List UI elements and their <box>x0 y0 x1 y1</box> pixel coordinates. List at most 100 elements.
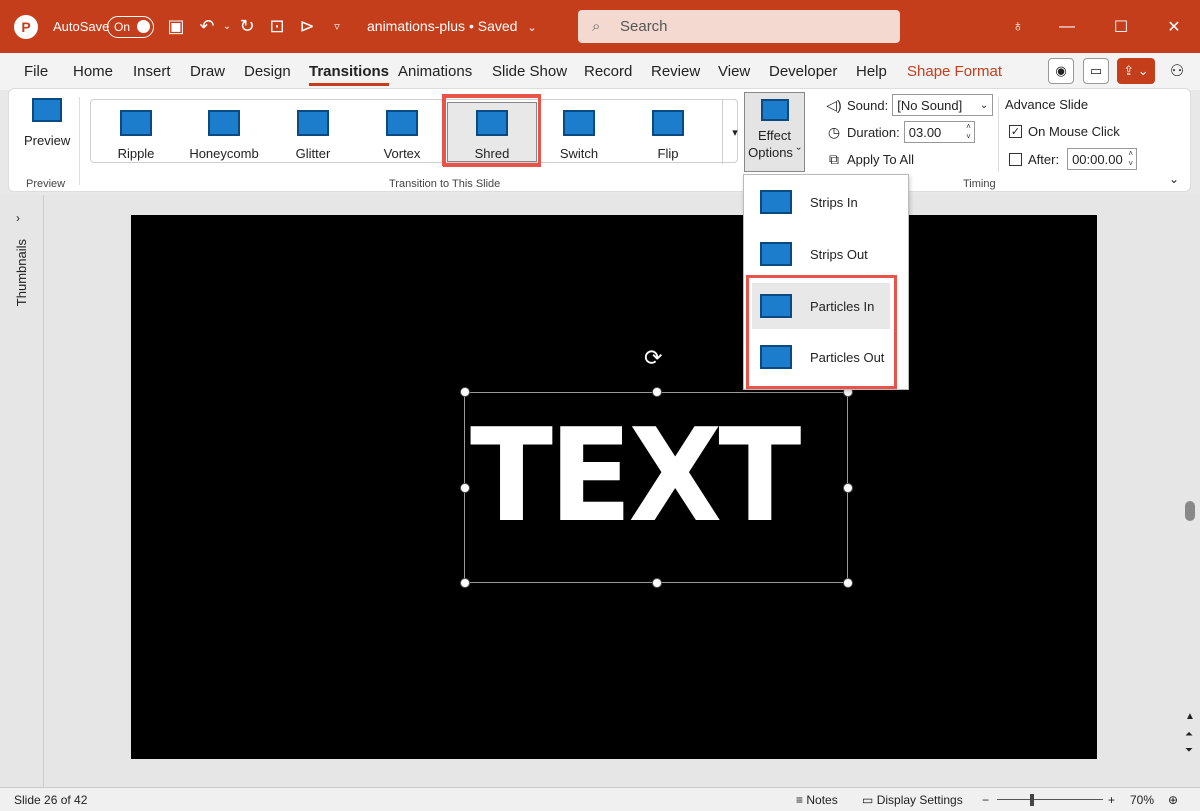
on-mouse-click-checkbox[interactable]: ✓ On Mouse Click <box>1009 124 1120 139</box>
tab-record[interactable]: Record <box>584 63 632 80</box>
workspace: › Thumbnails ⟳ TEXT ▲ ⏶ ⏷ <box>0 195 1200 787</box>
apply-to-all-button[interactable]: ⧉ Apply To All <box>825 151 914 168</box>
thumbnails-label[interactable]: Thumbnails <box>14 239 29 306</box>
tab-animations[interactable]: Animations <box>398 63 472 80</box>
comments-icon[interactable]: ▭ <box>1083 58 1109 84</box>
resize-handle[interactable] <box>460 483 470 493</box>
chevron-right-icon[interactable]: › <box>16 211 20 225</box>
share-button[interactable]: ⇪ ⌄ <box>1117 58 1155 84</box>
notes-icon: ≡ <box>796 793 804 807</box>
transition-label: Switch <box>559 146 599 161</box>
slide-text[interactable]: TEXT <box>470 412 801 542</box>
zoom-out-button[interactable]: − <box>982 793 989 807</box>
previous-slide-icon[interactable]: ⏶ <box>1185 729 1193 740</box>
next-slide-icon[interactable]: ⏷ <box>1185 745 1193 756</box>
divider <box>79 97 80 185</box>
menu-bar: File Home Insert Draw Design Transitions… <box>0 53 1200 90</box>
menu-item-strips-out[interactable]: Strips Out <box>752 231 890 277</box>
maximize-button[interactable]: ☐ <box>1107 13 1135 41</box>
spinner-icon[interactable]: ˄ ˅ <box>1128 149 1133 169</box>
transition-glitter[interactable]: Glitter <box>268 106 358 162</box>
autosave-state: On <box>114 20 131 34</box>
preview-icon[interactable] <box>32 98 62 122</box>
tab-insert[interactable]: Insert <box>133 63 171 80</box>
tab-shape-format[interactable]: Shape Format <box>907 63 1002 80</box>
display-settings-button[interactable]: ▭ Display Settings <box>862 793 963 807</box>
undo-dropdown-icon[interactable]: ⌄ <box>216 15 238 37</box>
autosave-toggle[interactable]: On <box>107 16 154 38</box>
minimize-button[interactable]: — <box>1053 13 1081 41</box>
transition-vortex[interactable]: Vortex <box>357 106 447 162</box>
tab-developer[interactable]: Developer <box>769 63 837 80</box>
resize-handle[interactable] <box>460 387 470 397</box>
zoom-level[interactable]: 70% <box>1130 793 1154 807</box>
menu-item-label: Strips In <box>810 194 858 210</box>
duration-input[interactable]: 03.00 ˄ ˅ <box>903 121 975 143</box>
copilot-icon[interactable]: ⚇ <box>1164 58 1190 84</box>
tab-slide-show[interactable]: Slide Show <box>492 63 567 80</box>
preview-button[interactable]: Preview <box>24 133 70 148</box>
spinner-icon[interactable]: ˄ ˅ <box>966 122 971 142</box>
tab-transitions[interactable]: Transitions <box>309 63 390 86</box>
on-mouse-click-label: On Mouse Click <box>1028 124 1120 139</box>
effect-options-label: Effect <box>757 128 791 143</box>
scrollbar-thumb[interactable] <box>1185 501 1195 521</box>
after-input[interactable]: 00:00.00 ˄ ˅ <box>1067 148 1138 170</box>
advance-slide-label: Advance Slide <box>1005 97 1089 112</box>
rotate-handle-icon[interactable]: ⟳ <box>644 345 662 371</box>
resize-handle[interactable] <box>652 387 662 397</box>
zoom-slider-thumb[interactable] <box>1030 794 1034 806</box>
transition-honeycomb[interactable]: Honeycomb <box>179 106 269 162</box>
scroll-up-icon[interactable]: ▲ <box>1185 711 1195 722</box>
slide-canvas[interactable]: ⟳ TEXT <box>131 215 1097 759</box>
powerpoint-logo-icon: P <box>14 15 38 39</box>
search-box[interactable]: ⌕ Search <box>578 10 900 43</box>
after-checkbox[interactable] <box>1009 152 1022 166</box>
notes-button[interactable]: ≡ Notes <box>796 793 838 807</box>
transition-ripple[interactable]: Ripple <box>91 106 181 162</box>
tab-draw[interactable]: Draw <box>190 63 225 80</box>
vortex-icon <box>386 110 418 136</box>
sound-select[interactable]: [No Sound] ⌄ <box>892 94 994 116</box>
menu-item-strips-in[interactable]: Strips In <box>752 179 890 225</box>
effect-options-icon <box>760 99 789 121</box>
after-label: After: <box>1028 151 1060 167</box>
zoom-slider[interactable] <box>997 799 1103 800</box>
redo-icon[interactable]: ↻ <box>236 15 258 37</box>
save-icon[interactable]: ▣ <box>165 15 187 37</box>
transition-label: Glitter <box>295 146 331 161</box>
transition-switch[interactable]: Switch <box>534 106 624 162</box>
ribbon: Preview Preview Ripple Honeycomb Glitter… <box>8 88 1191 192</box>
resize-handle[interactable] <box>652 578 662 588</box>
transition-label: Vortex <box>383 146 421 161</box>
tab-home[interactable]: Home <box>73 63 113 80</box>
slide-counter: Slide 26 of 42 <box>14 793 88 807</box>
close-button[interactable]: ✕ <box>1160 13 1188 41</box>
lightbulb-icon[interactable]: ♁ <box>1004 13 1032 41</box>
record-icon[interactable]: ◉ <box>1048 58 1074 84</box>
resize-handle[interactable] <box>843 483 853 493</box>
quick-access-more-icon[interactable]: ▿ <box>326 15 348 37</box>
search-icon: ⌕ <box>592 18 601 35</box>
tab-review[interactable]: Review <box>651 63 700 80</box>
tab-view[interactable]: View <box>718 63 750 80</box>
resize-handle[interactable] <box>460 578 470 588</box>
collapse-ribbon-icon[interactable]: ⌄ <box>1169 172 1179 186</box>
slideshow-icon[interactable]: ⊳ <box>296 15 318 37</box>
document-title[interactable]: animations-plus • Saved ⌄ <box>367 18 537 34</box>
apply-all-icon: ⧉ <box>829 151 839 167</box>
zoom-in-button[interactable]: + <box>1108 793 1115 807</box>
present-icon[interactable]: ⊡ <box>266 15 288 37</box>
resize-handle[interactable] <box>843 578 853 588</box>
undo-icon[interactable]: ↶ <box>196 15 218 37</box>
effect-options-button[interactable]: Effect Options ˇ <box>744 92 805 172</box>
tab-file[interactable]: File <box>24 63 48 80</box>
vertical-scrollbar[interactable]: ▲ ⏶ ⏷ <box>1181 195 1200 787</box>
sound-row: ◁) Sound: [No Sound] ⌄ <box>825 94 994 116</box>
status-bar: Slide 26 of 42 ≡ Notes ▭ Display Setting… <box>0 787 1200 811</box>
tab-design[interactable]: Design <box>244 63 291 80</box>
transition-flip[interactable]: Flip <box>623 106 713 162</box>
autosave-label: AutoSave <box>53 19 110 34</box>
fit-to-window-icon[interactable]: ⊕ <box>1168 793 1178 807</box>
tab-help[interactable]: Help <box>856 63 887 80</box>
